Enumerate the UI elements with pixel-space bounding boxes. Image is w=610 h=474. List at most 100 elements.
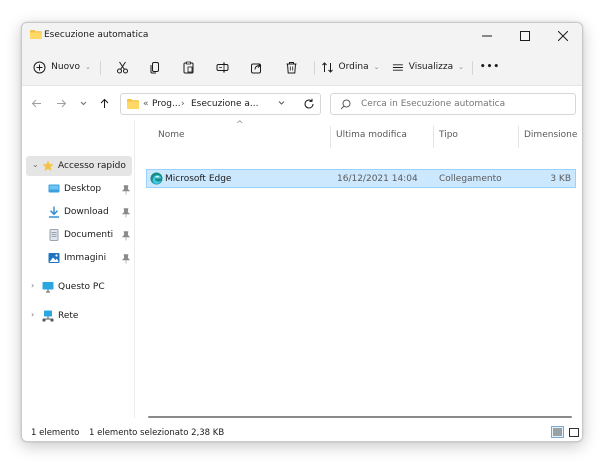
breadcrumb-startup[interactable]: Esecuzione a... xyxy=(191,99,259,109)
folder-icon xyxy=(127,99,139,109)
view-button[interactable]: Visualizza ⌄ xyxy=(392,55,464,79)
column-divider[interactable] xyxy=(330,126,331,148)
maximize-icon xyxy=(520,30,530,41)
window-title: Esecuzione automatica xyxy=(44,30,149,40)
pin-icon[interactable] xyxy=(122,254,130,264)
file-name: Microsoft Edge xyxy=(165,174,232,184)
back-button[interactable] xyxy=(28,95,44,111)
sidebar-item-label: Download xyxy=(64,207,109,217)
table-row[interactable]: Microsoft Edge 16/12/2021 14:04 Collegam… xyxy=(146,169,576,188)
sidebar-item-label: Accesso rapido xyxy=(58,161,126,171)
sort-button[interactable]: Ordina ⌄ xyxy=(320,55,380,79)
column-header-size[interactable]: Dimensione xyxy=(524,130,577,148)
folder-icon xyxy=(30,30,42,39)
trash-icon xyxy=(286,61,296,73)
share-button[interactable] xyxy=(244,55,268,79)
file-type: Collegamento xyxy=(439,174,502,184)
sidebar-item-this-pc[interactable]: › Questo PC xyxy=(22,277,134,297)
sort-indicator-icon: ^ xyxy=(236,120,244,130)
file-size: 3 KB xyxy=(550,174,571,184)
breadcrumb-separator: › xyxy=(181,99,185,109)
breadcrumb-overflow[interactable]: « xyxy=(143,99,149,109)
sidebar-item-label: Questo PC xyxy=(58,282,105,292)
new-button[interactable]: Nuovo ⌄ xyxy=(32,55,92,79)
arrow-right-icon xyxy=(56,99,66,107)
search-box[interactable]: Cerca in Esecuzione automatica xyxy=(330,93,576,115)
title-bar[interactable]: Esecuzione automatica xyxy=(22,23,582,48)
delete-button[interactable] xyxy=(279,55,303,79)
column-divider[interactable] xyxy=(518,126,519,148)
pin-icon[interactable] xyxy=(122,231,130,241)
pin-icon[interactable] xyxy=(122,185,130,195)
details-view-button[interactable] xyxy=(551,426,564,438)
new-icon xyxy=(33,61,46,73)
copy-button[interactable] xyxy=(143,55,167,79)
horizontal-scrollbar[interactable] xyxy=(148,416,572,418)
refresh-button[interactable] xyxy=(298,93,320,115)
minimize-icon xyxy=(482,35,492,36)
close-icon xyxy=(558,30,568,41)
file-explorer-window: Esecuzione automatica Nuovo ⌄ Ordina ⌄ V… xyxy=(21,22,583,442)
view-label: Visualizza xyxy=(408,62,454,72)
selection-info: 1 elemento selezionato 2,38 KB xyxy=(89,428,225,438)
navigation-bar: « Prog... › Esecuzione a... Cerca in Ese… xyxy=(22,86,582,120)
star-icon xyxy=(42,160,54,171)
toolbar-divider xyxy=(472,61,473,75)
chevron-right-icon[interactable]: › xyxy=(31,281,34,290)
sidebar-item-download[interactable]: Download xyxy=(22,202,134,222)
address-bar[interactable]: « Prog... › Esecuzione a... xyxy=(120,93,321,115)
recent-locations-button[interactable] xyxy=(75,95,91,111)
column-divider[interactable] xyxy=(433,126,434,148)
sidebar-item-images[interactable]: Immagini xyxy=(22,248,134,268)
command-bar: Nuovo ⌄ Ordina ⌄ Visualizza ⌄ ••• xyxy=(22,48,582,86)
sidebar-item-label: Documenti xyxy=(64,230,114,240)
pc-icon xyxy=(42,282,54,293)
forward-button[interactable] xyxy=(53,95,69,111)
rename-button[interactable] xyxy=(210,55,234,79)
chevron-down-icon[interactable]: ⌄ xyxy=(32,160,39,169)
chevron-right-icon[interactable]: › xyxy=(31,310,34,319)
column-header-name[interactable]: Nome xyxy=(158,130,185,148)
details-view-icon xyxy=(553,428,562,436)
sort-label: Ordina xyxy=(338,62,369,72)
file-list: ^ Nome Ultima modifica Tipo Dimensione M… xyxy=(136,120,582,418)
file-modified: 16/12/2021 14:04 xyxy=(337,174,418,184)
sort-icon xyxy=(321,61,333,73)
large-icons-view-button[interactable] xyxy=(567,426,580,438)
clipboard-icon xyxy=(183,61,193,73)
column-header-modified[interactable]: Ultima modifica xyxy=(336,130,407,148)
chevron-down-icon: ⌄ xyxy=(458,63,464,71)
column-header-type[interactable]: Tipo xyxy=(439,130,458,148)
sidebar-item-network[interactable]: › Rete xyxy=(22,306,134,326)
cut-button[interactable] xyxy=(110,55,134,79)
minimize-button[interactable] xyxy=(468,23,506,48)
share-icon xyxy=(250,62,261,73)
navigation-pane: ⌄ Accesso rapido Desktop Download Docume… xyxy=(22,120,135,418)
sidebar-item-documents[interactable]: Documenti xyxy=(22,225,134,245)
new-label: Nuovo xyxy=(51,62,80,72)
network-icon xyxy=(42,310,54,322)
search-placeholder: Cerca in Esecuzione automatica xyxy=(361,99,506,109)
sidebar-item-quick-access[interactable]: ⌄ Accesso rapido xyxy=(26,156,132,176)
large-icons-view-icon xyxy=(568,427,579,437)
view-icon xyxy=(392,63,403,71)
refresh-icon xyxy=(304,98,314,109)
toolbar-divider xyxy=(314,61,315,75)
images-icon xyxy=(48,253,60,263)
sidebar-item-label: Immagini xyxy=(64,253,107,263)
breadcrumb-programs[interactable]: Prog... xyxy=(152,99,181,109)
maximize-button[interactable] xyxy=(506,23,544,48)
arrow-left-icon xyxy=(31,99,41,107)
download-icon xyxy=(49,206,59,218)
arrow-up-icon xyxy=(100,98,108,108)
copy-icon xyxy=(150,61,159,73)
chevron-down-icon xyxy=(80,101,86,105)
paste-button[interactable] xyxy=(176,55,200,79)
more-options-button[interactable]: ••• xyxy=(478,55,502,79)
edge-icon xyxy=(150,172,163,185)
address-dropdown-button[interactable] xyxy=(277,98,286,110)
sidebar-item-desktop[interactable]: Desktop xyxy=(22,179,134,199)
close-button[interactable] xyxy=(544,23,582,48)
up-button[interactable] xyxy=(96,95,112,111)
pin-icon[interactable] xyxy=(122,208,130,218)
